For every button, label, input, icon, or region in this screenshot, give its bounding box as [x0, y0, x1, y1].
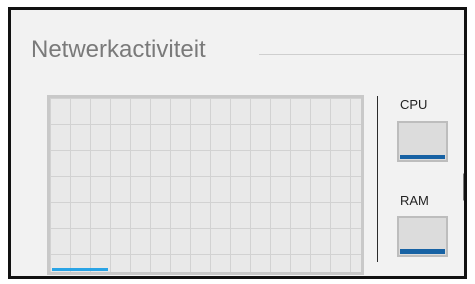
cpu-meter[interactable]: [397, 121, 448, 162]
ram-meter[interactable]: [397, 216, 448, 257]
cpu-meter-fill: [400, 155, 445, 159]
vertical-divider: [377, 96, 378, 262]
network-activity-level: [52, 268, 108, 271]
title-divider: [259, 54, 464, 55]
ram-meter-fill: [400, 249, 445, 254]
network-activity-graph: [47, 95, 364, 275]
panel-title: Netwerkactiviteit: [31, 36, 206, 63]
chevron-right-icon[interactable]: [463, 173, 464, 201]
cpu-meter-label: CPU: [400, 97, 428, 112]
network-activity-panel: Netwerkactiviteit CPU RAM: [8, 7, 467, 279]
ram-meter-label: RAM: [400, 193, 429, 208]
